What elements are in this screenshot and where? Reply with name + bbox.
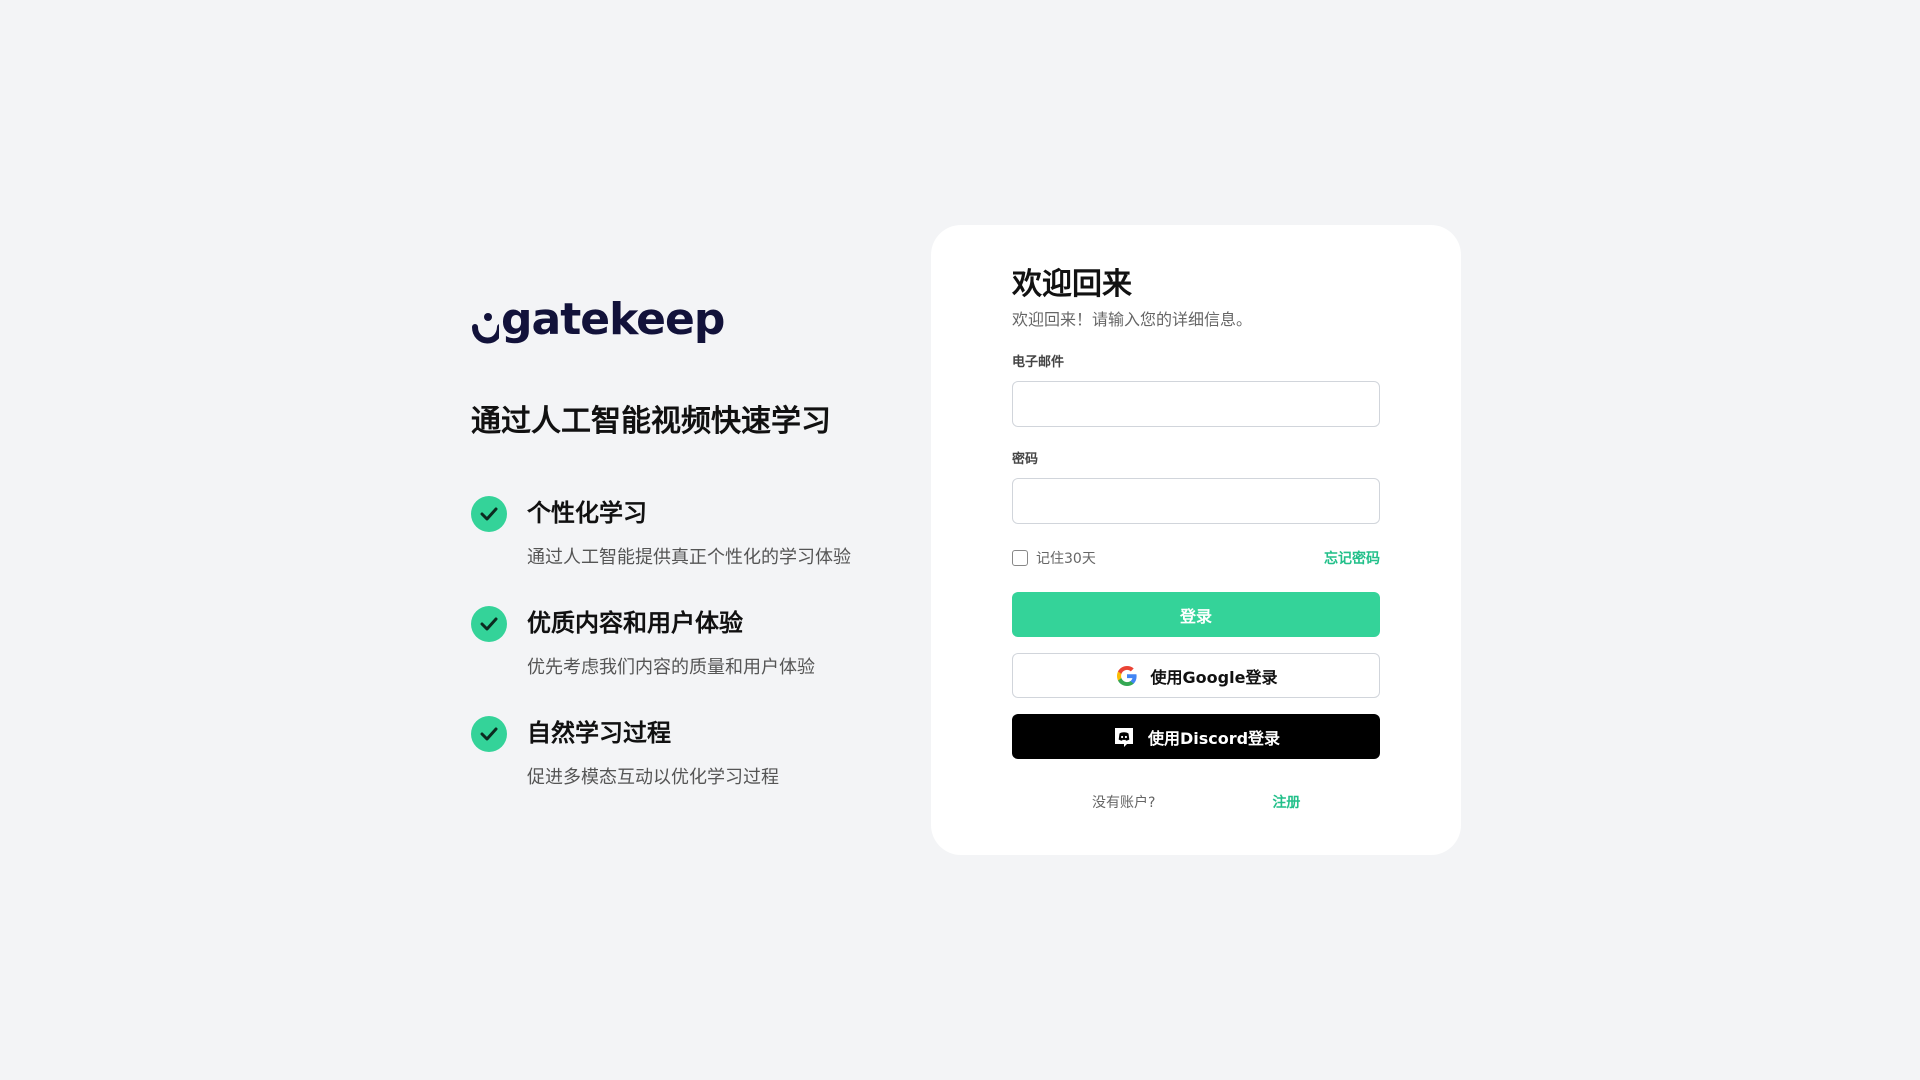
- forgot-password-link[interactable]: 忘记密码: [1324, 548, 1380, 568]
- login-form: 欢迎回来 欢迎回来！请输入您的详细信息。 电子邮件 密码 记住30天 忘记密码 …: [1012, 265, 1380, 813]
- remember-label: 记住30天: [1036, 551, 1096, 567]
- remember-row: 记住30天 忘记密码: [1012, 548, 1380, 568]
- tagline: 通过人工智能视频快速学习: [471, 404, 831, 439]
- check-circle-icon: [471, 496, 507, 532]
- discord-icon: [1112, 725, 1136, 749]
- remember-checkbox[interactable]: [1012, 550, 1028, 566]
- brand-panel: gatekeep 通过人工智能视频快速学习 个性化学习 通过人工智能提供真正个性…: [471, 296, 891, 826]
- discord-login-label: 使用Discord登录: [1147, 728, 1281, 748]
- check-circle-icon: [471, 716, 507, 752]
- login-card: 欢迎回来 欢迎回来！请输入您的详细信息。 电子邮件 密码 记住30天 忘记密码 …: [931, 225, 1461, 855]
- login-button[interactable]: 登录: [1012, 592, 1380, 637]
- password-label: 密码: [1012, 452, 1039, 467]
- remember-me[interactable]: 记住30天: [1012, 548, 1096, 568]
- email-label: 电子邮件: [1012, 355, 1065, 370]
- feature-title: 优质内容和用户体验: [527, 609, 743, 637]
- feature-item: 自然学习过程 促进多模态互动以优化学习过程: [471, 716, 891, 790]
- logo-smile-mark: [472, 313, 499, 344]
- signup-row: 没有账户? 注册: [1012, 793, 1380, 813]
- email-field[interactable]: [1012, 381, 1380, 427]
- no-account-text: 没有账户?: [1092, 795, 1156, 811]
- signup-link[interactable]: 注册: [1272, 793, 1300, 813]
- google-login-label: 使用Google登录: [1150, 667, 1278, 687]
- feature-title: 个性化学习: [527, 499, 647, 527]
- check-circle-icon: [471, 606, 507, 642]
- gatekeep-logo: gatekeep: [471, 296, 891, 360]
- feature-description: 促进多模态互动以优化学习过程: [527, 767, 779, 788]
- google-icon: [1115, 664, 1139, 688]
- password-field[interactable]: [1012, 478, 1380, 524]
- feature-list: 个性化学习 通过人工智能提供真正个性化的学习体验 优质内容和用户体验 优先考虑我…: [471, 496, 891, 790]
- google-login-button[interactable]: 使用Google登录: [1012, 653, 1380, 698]
- feature-item: 个性化学习 通过人工智能提供真正个性化的学习体验: [471, 496, 891, 570]
- feature-item: 优质内容和用户体验 优先考虑我们内容的质量和用户体验: [471, 606, 891, 680]
- feature-description: 通过人工智能提供真正个性化的学习体验: [527, 547, 851, 568]
- discord-login-button[interactable]: 使用Discord登录: [1012, 714, 1380, 759]
- feature-title: 自然学习过程: [527, 719, 671, 747]
- login-title: 欢迎回来: [1012, 267, 1132, 302]
- login-subtitle: 欢迎回来！请输入您的详细信息。: [1012, 310, 1253, 329]
- logo-wordmark: gatekeep: [501, 294, 725, 345]
- feature-description: 优先考虑我们内容的质量和用户体验: [527, 657, 815, 678]
